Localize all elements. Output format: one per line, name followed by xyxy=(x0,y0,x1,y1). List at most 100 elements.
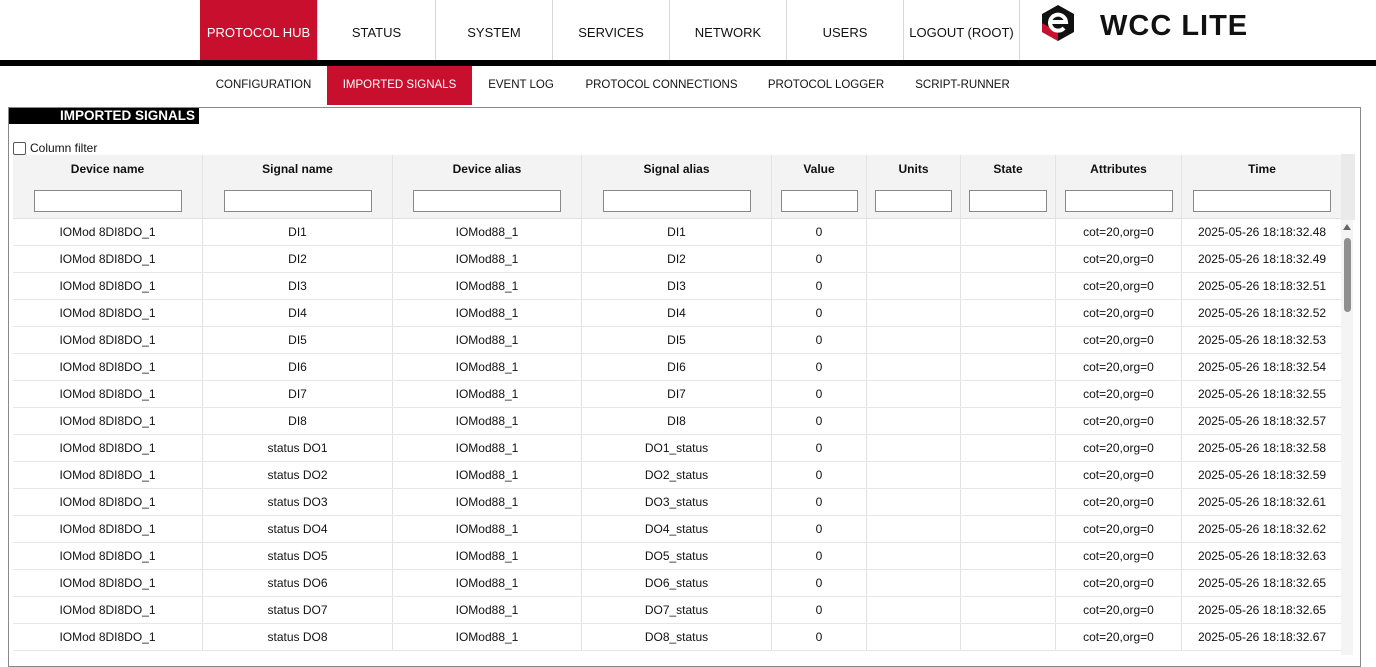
subtab-protocol-connections[interactable]: PROTOCOL CONNECTIONS xyxy=(570,66,753,105)
col-header-device-alias[interactable]: Device alias xyxy=(393,155,582,183)
filter-cell-state xyxy=(961,183,1056,218)
cell-state xyxy=(961,327,1056,353)
cell-attributes: cot=20,org=0 xyxy=(1056,435,1182,461)
cell-state xyxy=(961,219,1056,245)
cell-signal-alias: DO3_status xyxy=(582,489,772,515)
column-filter-label: Column filter xyxy=(30,141,98,155)
cell-time: 2025-05-26 18:18:32.52 xyxy=(1197,306,1327,320)
cell-signal-name: DI3 xyxy=(203,273,393,299)
cell-state xyxy=(961,300,1056,326)
cell-signal-name: status DO5 xyxy=(203,543,393,569)
cell-device-name: IOMod 8DI8DO_1 xyxy=(13,246,203,272)
table-row[interactable]: IOMod 8DI8DO_1 status DO4 IOMod88_1 DO4_sta… xyxy=(13,516,1342,543)
cell-device-name: IOMod 8DI8DO_1 xyxy=(13,219,203,245)
table-row[interactable]: IOMod 8DI8DO_1 DI5 IOMod88_1 DI5 0 cot=20,org… xyxy=(13,327,1342,354)
col-header-units[interactable]: Units xyxy=(867,155,961,183)
panel-title: IMPORTED SIGNALS xyxy=(9,108,199,124)
cell-attributes: cot=20,org=0 xyxy=(1056,273,1182,299)
table-row[interactable]: IOMod 8DI8DO_1 DI1 IOMod88_1 DI1 0 cot=20,org… xyxy=(13,219,1342,246)
tab-services[interactable]: SERVICES xyxy=(552,0,669,60)
cell-value: 0 xyxy=(772,381,867,407)
filter-input-attributes[interactable] xyxy=(1064,189,1173,212)
cell-signal-name: status DO7 xyxy=(203,597,393,623)
tab-users[interactable]: USERS xyxy=(786,0,903,60)
cell-signal-alias: DO8_status xyxy=(582,624,772,650)
cell-time: 2025-05-26 18:18:32.67 xyxy=(1197,630,1327,644)
col-header-signal-alias[interactable]: Signal alias xyxy=(582,155,772,183)
tab-status[interactable]: STATUS xyxy=(317,0,435,60)
cell-attributes: cot=20,org=0 xyxy=(1056,597,1182,623)
cell-state xyxy=(961,381,1056,407)
cell-device-alias: IOMod88_1 xyxy=(393,597,582,623)
tab-protocol-hub[interactable]: PROTOCOL HUB xyxy=(200,0,317,60)
cell-state xyxy=(961,246,1056,272)
col-header-device-name[interactable]: Device name xyxy=(13,155,203,183)
cell-signal-alias: DO4_status xyxy=(582,516,772,542)
cell-state xyxy=(961,273,1056,299)
cell-value: 0 xyxy=(772,570,867,596)
subtab-script-runner[interactable]: SCRIPT-RUNNER xyxy=(899,66,1026,105)
filter-input-state[interactable] xyxy=(969,189,1047,212)
col-header-signal-name[interactable]: Signal name xyxy=(203,155,393,183)
cell-value: 0 xyxy=(772,435,867,461)
tab-logout[interactable]: LOGOUT (ROOT) xyxy=(903,0,1020,60)
table-row[interactable]: IOMod 8DI8DO_1 status DO1 IOMod88_1 DO1_sta… xyxy=(13,435,1342,462)
col-header-state[interactable]: State xyxy=(961,155,1056,183)
cell-device-name: IOMod 8DI8DO_1 xyxy=(13,543,203,569)
filter-cell-attributes xyxy=(1056,183,1182,218)
table-row[interactable]: IOMod 8DI8DO_1 DI7 IOMod88_1 DI7 0 cot=20,org… xyxy=(13,381,1342,408)
cell-attributes: cot=20,org=0 xyxy=(1056,570,1182,596)
filter-input-units[interactable] xyxy=(875,189,952,212)
cell-units xyxy=(867,300,961,326)
vertical-scrollbar[interactable] xyxy=(1341,220,1353,655)
table-row[interactable]: IOMod 8DI8DO_1 DI8 IOMod88_1 DI8 0 cot=20,org… xyxy=(13,408,1342,435)
table-row[interactable]: IOMod 8DI8DO_1 status DO5 IOMod88_1 DO5_sta… xyxy=(13,543,1342,570)
brand-name: WCC LITE xyxy=(1100,10,1249,42)
col-header-time[interactable]: Time xyxy=(1182,155,1342,183)
scroll-up-arrow-icon[interactable] xyxy=(1343,224,1351,230)
table-row[interactable]: IOMod 8DI8DO_1 status DO3 IOMod88_1 DO3_sta… xyxy=(13,489,1342,516)
filter-input-signal-alias[interactable] xyxy=(602,189,751,212)
subtab-configuration[interactable]: CONFIGURATION xyxy=(200,66,327,105)
cell-signal-name: status DO4 xyxy=(203,516,393,542)
scrollbar-thumb[interactable] xyxy=(1344,238,1351,312)
cell-device-name: IOMod 8DI8DO_1 xyxy=(13,462,203,488)
tab-network[interactable]: NETWORK xyxy=(669,0,786,60)
filter-input-signal-name[interactable] xyxy=(223,189,372,212)
cell-device-alias: IOMod88_1 xyxy=(393,246,582,272)
cell-attributes: cot=20,org=0 xyxy=(1056,327,1182,353)
col-header-attributes[interactable]: Attributes xyxy=(1056,155,1182,183)
subtab-event-log[interactable]: EVENT LOG xyxy=(472,66,570,105)
cell-device-name: IOMod 8DI8DO_1 xyxy=(13,570,203,596)
table-row[interactable]: IOMod 8DI8DO_1 status DO2 IOMod88_1 DO2_sta… xyxy=(13,462,1342,489)
table-row[interactable]: IOMod 8DI8DO_1 DI4 IOMod88_1 DI4 0 cot=20,org… xyxy=(13,300,1342,327)
cell-units xyxy=(867,597,961,623)
table-row[interactable]: IOMod 8DI8DO_1 status DO6 IOMod88_1 DO6_sta… xyxy=(13,570,1342,597)
cell-signal-name: DI5 xyxy=(203,327,393,353)
filter-input-value[interactable] xyxy=(780,189,858,212)
filter-input-time[interactable] xyxy=(1193,189,1331,212)
filter-cell-signal-alias xyxy=(582,183,772,218)
table-row[interactable]: IOMod 8DI8DO_1 DI2 IOMod88_1 DI2 0 cot=20,org… xyxy=(13,246,1342,273)
filter-cell-device-alias xyxy=(393,183,582,218)
filter-input-device-name[interactable] xyxy=(33,189,182,212)
cell-signal-alias: DO1_status xyxy=(582,435,772,461)
table-row[interactable]: IOMod 8DI8DO_1 DI3 IOMod88_1 DI3 0 cot=20,org… xyxy=(13,273,1342,300)
table-row[interactable]: IOMod 8DI8DO_1 status DO7 IOMod88_1 DO7_sta… xyxy=(13,597,1342,624)
cell-device-name: IOMod 8DI8DO_1 xyxy=(13,300,203,326)
subtab-protocol-logger[interactable]: PROTOCOL LOGGER xyxy=(753,66,899,105)
filter-input-device-alias[interactable] xyxy=(413,189,561,212)
cell-attributes: cot=20,org=0 xyxy=(1056,219,1182,245)
cell-device-alias: IOMod88_1 xyxy=(393,327,582,353)
table-row[interactable]: IOMod 8DI8DO_1 status DO8 IOMod88_1 DO8_sta… xyxy=(13,624,1342,651)
tab-system[interactable]: SYSTEM xyxy=(435,0,552,60)
cell-signal-alias: DI2 xyxy=(582,246,772,272)
subtab-imported-signals[interactable]: IMPORTED SIGNALS xyxy=(327,66,472,105)
table-row[interactable]: IOMod 8DI8DO_1 DI6 IOMod88_1 DI6 0 cot=20,org… xyxy=(13,354,1342,381)
filter-cell-units xyxy=(867,183,961,218)
column-filter-checkbox[interactable] xyxy=(13,141,26,155)
col-header-value[interactable]: Value xyxy=(772,155,867,183)
cell-value: 0 xyxy=(772,300,867,326)
filter-cell-time xyxy=(1182,183,1342,218)
cell-device-alias: IOMod88_1 xyxy=(393,489,582,515)
